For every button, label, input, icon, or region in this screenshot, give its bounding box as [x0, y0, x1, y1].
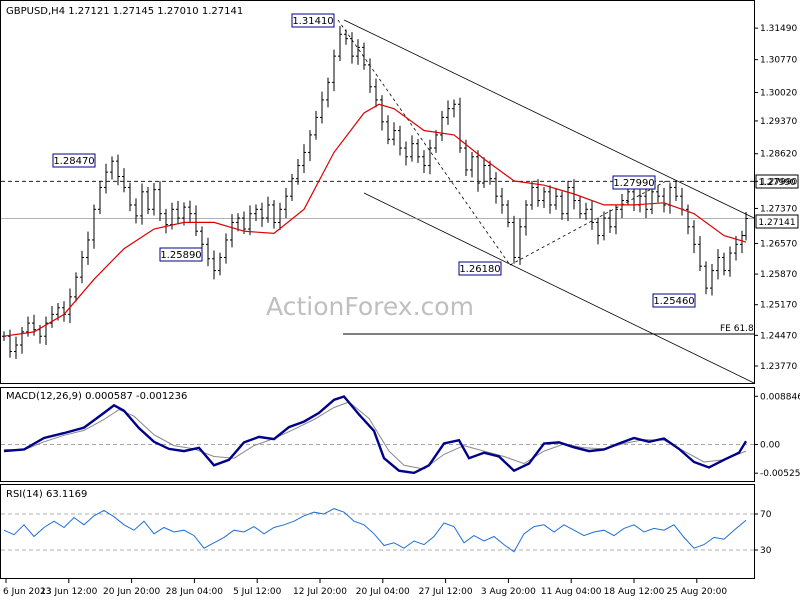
- price-axis-label: 1.31490: [760, 24, 797, 34]
- svg-text:1.28470: 1.28470: [53, 156, 94, 167]
- chart-svg: ActionForex.com GBPUSD,H4 1.27121 1.2714…: [0, 0, 800, 600]
- svg-text:1.26180: 1.26180: [459, 264, 500, 275]
- rsi-axis-label: 70: [760, 510, 772, 520]
- price-axis-label: 1.25870: [760, 270, 797, 280]
- price-axis-label: 1.27370: [760, 204, 797, 214]
- macd-axis-label: -0.005252: [760, 469, 800, 479]
- svg-text:1.27141: 1.27141: [758, 218, 795, 228]
- price-axis-label: 1.28620: [760, 150, 797, 160]
- price-axis-label: 1.24470: [760, 331, 797, 341]
- pivot-label-1-25890: 1.25890: [159, 247, 203, 262]
- time-axis-label: 13 Jun 12:00: [40, 587, 97, 597]
- price-axis-label: 1.27990: [760, 177, 797, 187]
- time-axis-label: 11 Aug 04:00: [541, 587, 602, 597]
- price-panel: [0, 0, 755, 384]
- pivot-label-1-31410: 1.31410: [291, 13, 335, 28]
- time-axis-label: 3 Aug 20:00: [481, 587, 536, 597]
- price-axis-label: 1.30770: [760, 56, 797, 66]
- fe-61-8-label: FE 61.8: [720, 324, 754, 334]
- price-axis-label: 1.25170: [760, 301, 797, 311]
- pivot-label-1-27990: 1.27990: [612, 175, 656, 190]
- pivot-label-1-28470: 1.28470: [52, 153, 96, 168]
- rsi-panel: [0, 484, 755, 579]
- price-axis-label: 1.26570: [760, 239, 797, 249]
- rsi-axis-label: 30: [760, 546, 772, 556]
- chart-header: GBPUSD,H4 1.27121 1.27145 1.27010 1.2714…: [6, 6, 243, 17]
- pivot-label-1-26180: 1.26180: [458, 261, 502, 276]
- price-axis-label: 1.30020: [760, 88, 797, 98]
- time-axis-label: 5 Jul 12:00: [233, 587, 282, 597]
- time-axis-label: 12 Jul 20:00: [293, 587, 347, 597]
- macd-axis-label: 0.00: [760, 441, 780, 451]
- rsi-label: RSI(14) 63.1169: [6, 489, 87, 500]
- pivot-label-1-25460: 1.25460: [652, 293, 696, 308]
- price-axis-label: 1.29370: [760, 117, 797, 127]
- time-axis-label: 18 Aug 12:00: [604, 587, 665, 597]
- svg-text:1.25460: 1.25460: [653, 296, 694, 307]
- time-axis-label: 20 Jun 20:00: [103, 587, 160, 597]
- svg-text:1.25890: 1.25890: [160, 250, 201, 261]
- macd-axis-label: 0.008846: [760, 392, 800, 402]
- time-axis-label: 27 Jul 12:00: [419, 587, 473, 597]
- time-axis-label: 28 Jun 04:00: [166, 587, 223, 597]
- price-axis-label: 1.23770: [760, 362, 797, 372]
- time-axis-label: 25 Aug 20:00: [666, 587, 727, 597]
- watermark: ActionForex.com: [266, 292, 474, 321]
- current-price-tag: 1.27141: [755, 214, 799, 229]
- svg-text:1.27990: 1.27990: [613, 178, 654, 189]
- svg-text:1.31410: 1.31410: [292, 16, 333, 27]
- time-axis-label: 20 Jul 04:00: [356, 587, 410, 597]
- macd-label: MACD(12,26,9) 0.000587 -0.001236: [6, 391, 187, 402]
